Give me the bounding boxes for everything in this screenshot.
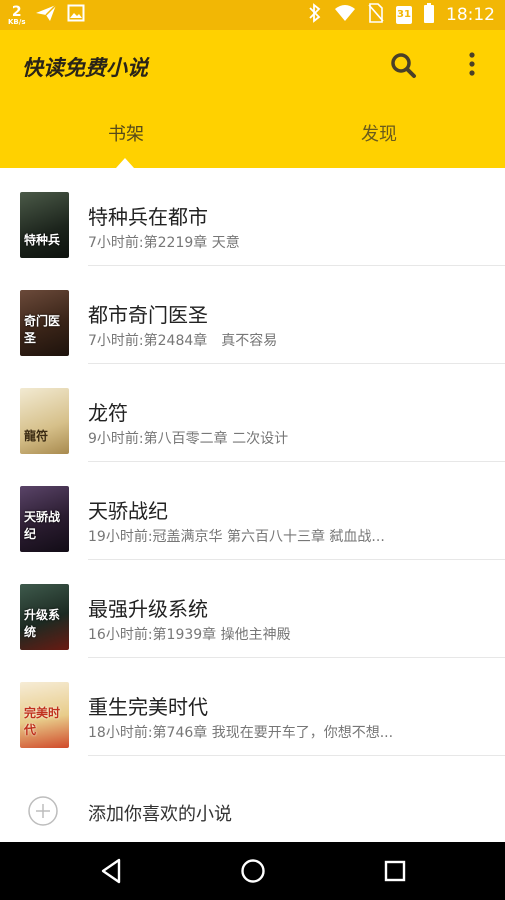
book-cover-text: 奇门医圣 [24,314,61,345]
app-header: 快读免费小说 书架 发现 [0,30,505,168]
book-latest-chapter: 9小时前:第八百零二章 二次设计 [88,431,289,447]
wifi-icon [334,4,356,26]
book-cover-text: 龍符 [24,429,49,443]
tab-bookshelf[interactable]: 书架 [0,120,252,146]
image-icon [67,4,85,26]
book-item[interactable]: 天骄战纪 天骄战纪 19小时前:冠盖满京华 第六百八十三章 弑血战... [0,462,505,560]
app-title: 快读免费小说 [22,56,148,80]
book-item[interactable]: 奇门医圣 都市奇门医圣 7小时前:第2484章 真不容易 [0,266,505,364]
send-icon [35,4,58,26]
back-icon [101,858,121,884]
book-latest-chapter: 7小时前:第2219章 天意 [88,235,240,251]
bluetooth-icon [308,3,322,27]
add-book-button[interactable]: 添加你喜欢的小说 [0,776,505,842]
network-speed: 2 KB/s [8,5,25,26]
more-vertical-icon [469,52,475,76]
book-cover: 特种兵 [20,192,69,258]
recents-icon [384,860,406,882]
book-cover: 龍符 [20,388,69,454]
book-cover: 完美时代 [20,682,69,748]
book-cover-text: 升级系统 [24,608,61,639]
book-item[interactable]: 升级系统 最强升级系统 16小时前:第1939章 操他主神殿 [0,560,505,658]
tab-discover[interactable]: 发现 [253,120,505,146]
add-book-label: 添加你喜欢的小说 [88,804,232,825]
book-cover: 天骄战纪 [20,486,69,552]
more-options-button[interactable] [458,50,486,80]
book-item[interactable]: 完美时代 重生完美时代 18小时前:第746章 我现在要开车了，你想不想... [0,658,505,756]
book-cover-text: 天骄战纪 [24,510,61,541]
book-cover-text: 完美时代 [24,706,61,737]
nav-recents-button[interactable] [380,856,410,886]
nav-home-button[interactable] [238,856,268,886]
search-icon [391,53,416,78]
network-speed-value: 2 [11,3,22,20]
status-bar: 2 KB/s 31 18:12 [0,0,505,30]
book-title: 天骄战纪 [88,499,168,523]
book-latest-chapter: 19小时前:冠盖满京华 第六百八十三章 弑血战... [88,529,385,545]
book-title: 龙符 [88,401,128,425]
active-tab-indicator [116,158,134,168]
book-item[interactable]: 特种兵 特种兵在都市 7小时前:第2219章 天意 [0,168,505,266]
system-nav-bar [0,842,505,900]
search-button[interactable] [388,50,418,80]
clock: 18:12 [446,5,495,25]
book-title: 最强升级系统 [88,597,208,621]
book-cover-text: 特种兵 [24,233,61,247]
status-bar-left: 2 KB/s [8,2,85,28]
book-latest-chapter: 7小时前:第2484章 真不容易 [88,333,278,349]
no-sim-icon [368,3,384,27]
book-title: 重生完美时代 [88,695,208,719]
book-title: 特种兵在都市 [88,205,208,229]
calendar-icon: 31 [396,6,412,24]
battery-icon [424,3,434,27]
book-cover: 奇门医圣 [20,290,69,356]
home-icon [241,859,265,883]
book-latest-chapter: 16小时前:第1939章 操他主神殿 [88,627,291,643]
book-cover: 升级系统 [20,584,69,650]
calendar-day: 31 [397,9,411,20]
status-bar-right: 31 18:12 [308,0,495,30]
book-latest-chapter: 18小时前:第746章 我现在要开车了，你想不想... [88,725,394,741]
nav-back-button[interactable] [97,856,127,886]
book-list: 特种兵 特种兵在都市 7小时前:第2219章 天意 奇门医圣 都市奇门医圣 7小… [0,168,505,756]
network-speed-unit: KB/s [8,17,26,26]
book-title: 都市奇门医圣 [88,303,208,327]
book-item[interactable]: 龍符 龙符 9小时前:第八百零二章 二次设计 [0,364,505,462]
plus-circle-icon [28,796,58,826]
